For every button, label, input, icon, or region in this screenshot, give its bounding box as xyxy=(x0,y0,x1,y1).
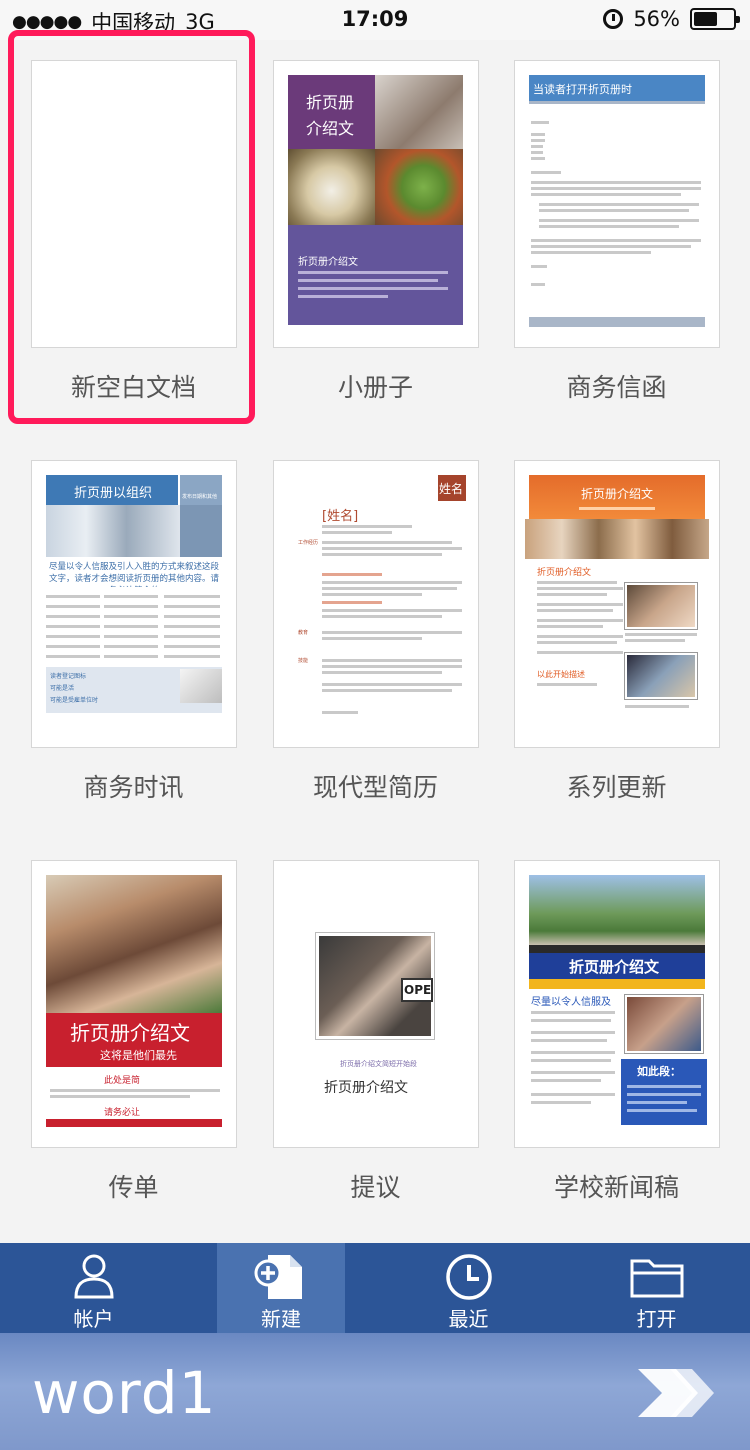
school-heading: 尽量以令人信服及 xyxy=(531,997,611,1008)
newsletter-heading: 折页册以组织 xyxy=(74,486,153,501)
template-school-newsletter[interactable]: 折页册介绍文 尽量以令人信服及 如此段： xyxy=(514,860,720,1148)
tab-new-label: 新建 xyxy=(261,1307,301,1331)
photo-glasses xyxy=(375,75,463,149)
update-subheading: 折页册介绍文 xyxy=(537,568,592,578)
template-label: 商务信函 xyxy=(566,373,667,402)
template-brochure[interactable]: 折页册 介绍文 折页册介绍文 xyxy=(273,60,479,348)
letter-header: 当读者打开折页册时 xyxy=(529,75,705,101)
update-photo-baby xyxy=(625,583,697,629)
flyer-heading: 此处是简 xyxy=(104,1076,141,1086)
template-business-letter[interactable]: 当读者打开折页册时 xyxy=(514,60,720,348)
new-document-icon xyxy=(254,1255,302,1299)
tab-account[interactable]: 帐户 xyxy=(0,1243,187,1333)
template-flyer[interactable]: 折页册介绍文 这将是他们最先 此处是简 请务必让 xyxy=(31,860,237,1148)
resume-section: 教育 xyxy=(298,630,309,636)
cover-title-line: 介绍文 xyxy=(306,119,355,138)
template-label: 传单 xyxy=(108,1173,159,1202)
photo-pasta xyxy=(288,149,375,225)
newsletter-side-block xyxy=(180,505,222,557)
newsletter-lead: 尽量以令人信服及引人入胜的方式来叙述这段文字，读者才会想阅读折页册的其他内容。请… xyxy=(48,562,219,587)
newsletter-date-block: 发布日期和其他 xyxy=(180,475,222,505)
bottom-tab-bar: 帐户 新建 最近 打开 xyxy=(0,1243,750,1333)
resume-name-tag: 姓名 xyxy=(438,475,466,501)
resume-name-tag-text: 姓名 xyxy=(439,482,464,496)
update-header: 折页册介绍文 xyxy=(529,475,705,519)
template-label: 小册子 xyxy=(337,373,413,402)
panel-subtitle: 折页册介绍文 xyxy=(298,257,358,268)
template-label: 现代型简历 xyxy=(312,773,438,802)
flyer-photo-women xyxy=(46,875,222,1013)
resume-section: 工作经历 xyxy=(298,540,319,546)
newsletter-foot-line: 可能是活 xyxy=(50,685,75,692)
clock-icon xyxy=(445,1254,492,1300)
battery-percent: 56% xyxy=(633,7,680,31)
template-business-newsletter[interactable]: 折页册以组织 发布日期和其他 尽量以令人信服及引人入胜的方式来叙述这段文字，读者… xyxy=(31,460,237,748)
brand-bar: word1 xyxy=(0,1333,750,1450)
school-banner: 折页册介绍文 xyxy=(529,953,705,979)
school-photo-runners xyxy=(529,875,705,945)
school-callout-title: 如此段： xyxy=(637,1065,681,1078)
newsletter-photo-pen xyxy=(180,669,222,703)
template-label: 提议 xyxy=(350,1173,401,1202)
update-subheading: 以此开始描述 xyxy=(537,670,585,679)
flyer-title: 折页册介绍文 xyxy=(70,1021,190,1045)
open-sign-text: OPE xyxy=(404,983,432,997)
template-label: 商务时讯 xyxy=(83,773,184,802)
letter-heading: 当读者打开折页册时 xyxy=(533,83,632,96)
newsletter-foot-line: 读者登记图标 xyxy=(50,673,87,680)
flyer-title-band: 折页册介绍文 这将是他们最先 xyxy=(46,1013,222,1067)
word-logo-icon xyxy=(638,1369,714,1417)
battery-icon xyxy=(690,8,740,30)
newsletter-header: 折页册以组织 xyxy=(46,475,178,505)
flyer-heading: 请务必让 xyxy=(104,1108,141,1118)
app-name: word1 xyxy=(32,1359,217,1427)
tab-recent[interactable]: 最近 xyxy=(375,1243,562,1333)
tab-open-label: 打开 xyxy=(636,1307,677,1331)
newsletter-photo-people xyxy=(46,505,180,557)
brochure-purple-panel: 折页册介绍文 xyxy=(288,225,463,325)
resume-name-field: [姓名] xyxy=(322,509,359,524)
tab-open[interactable]: 打开 xyxy=(563,1243,750,1333)
open-sign: OPE xyxy=(401,978,433,1002)
photo-salad xyxy=(375,149,463,225)
template-modern-resume[interactable]: 姓名 [姓名] 工作经历 教育 技能 xyxy=(273,460,479,748)
person-icon xyxy=(73,1254,114,1299)
template-label: 学校新闻稿 xyxy=(553,1173,679,1202)
tab-account-label: 帐户 xyxy=(73,1307,114,1331)
tab-new[interactable]: 新建 xyxy=(217,1243,345,1333)
template-blank-document[interactable] xyxy=(31,60,237,348)
template-label: 系列更新 xyxy=(566,773,667,802)
update-photo-strip xyxy=(525,519,709,559)
proposal-caption: 折页册介绍文简短开始段 xyxy=(340,1060,417,1068)
cover-title-block: 折页册 介绍文 xyxy=(288,75,375,149)
template-label: 新空白文档 xyxy=(70,373,196,402)
template-series-update[interactable]: 折页册介绍文 折页册介绍文 以此开始描述 xyxy=(514,460,720,748)
newsletter-side: 发布日期和其他 xyxy=(182,494,218,500)
proposal-photo-shop: OPE xyxy=(316,933,434,1039)
update-heading: 折页册介绍文 xyxy=(581,487,654,501)
alarm-icon xyxy=(603,9,624,29)
template-proposal[interactable]: OPE 折页册介绍文简短开始段 折页册介绍文 xyxy=(273,860,479,1148)
proposal-title: 折页册介绍文 xyxy=(324,1080,408,1096)
school-photo-students xyxy=(625,995,703,1053)
flyer-subtitle: 这将是他们最先 xyxy=(100,1049,177,1062)
school-banner-title: 折页册介绍文 xyxy=(569,958,660,976)
cover-title-line: 折页册 xyxy=(306,93,355,112)
school-callout: 如此段： xyxy=(621,1059,707,1125)
newsletter-foot-line: 可能是受雇单位时 xyxy=(50,697,99,704)
folder-icon xyxy=(630,1259,683,1298)
resume-section: 技能 xyxy=(298,658,309,664)
update-photo-graduates xyxy=(625,653,697,699)
tab-recent-label: 最近 xyxy=(448,1307,489,1331)
